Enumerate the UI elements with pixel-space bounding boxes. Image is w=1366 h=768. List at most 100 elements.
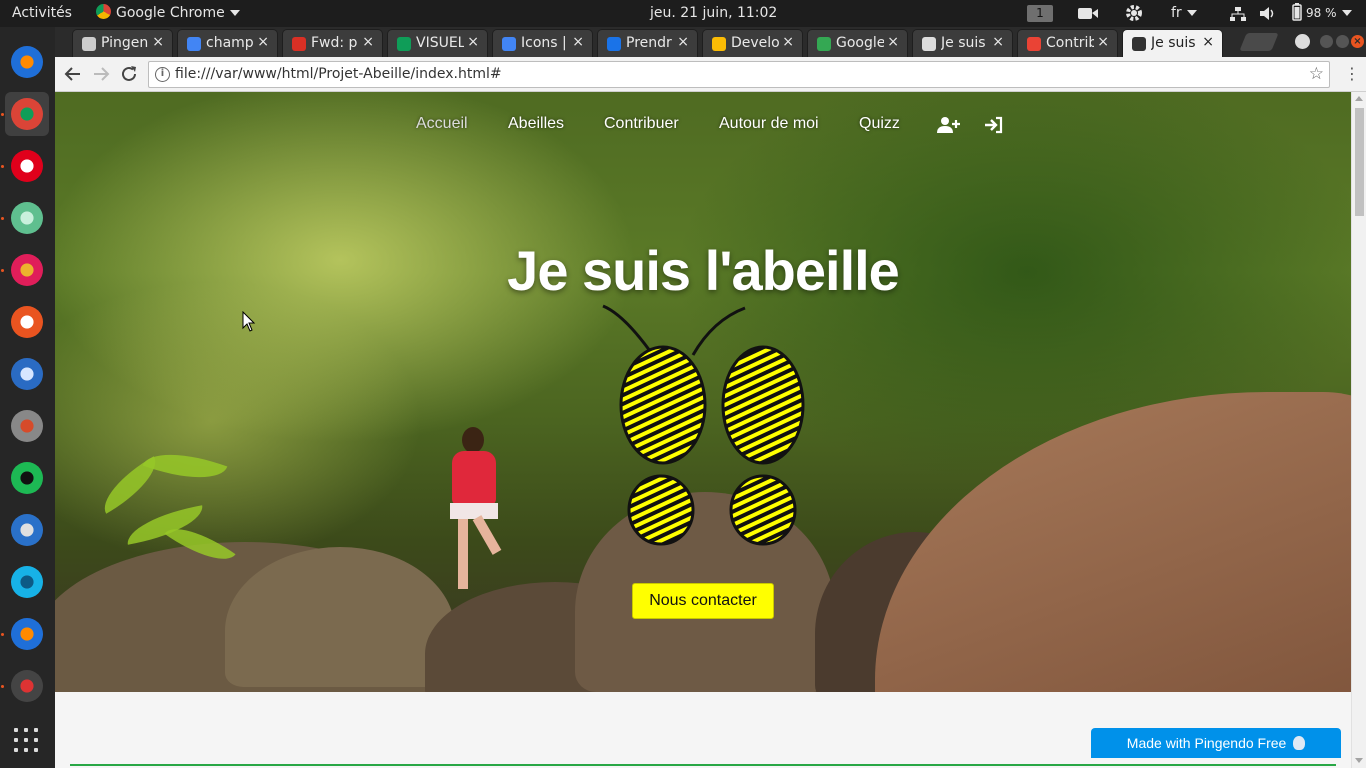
dock-app-chrome[interactable] <box>5 92 49 136</box>
running-indicator <box>1 165 4 168</box>
tab-close-icon[interactable]: × <box>152 34 164 50</box>
browser-tab[interactable]: Develo × <box>702 29 803 57</box>
url-text[interactable]: file:///var/www/html/Projet-Abeille/inde… <box>175 66 502 82</box>
forward-button[interactable] <box>89 62 113 86</box>
spotify-icon <box>11 462 43 494</box>
browser-tab[interactable]: Fwd: p × <box>282 29 383 57</box>
browser-tab[interactable]: VISUEL × <box>387 29 488 57</box>
page-scrollbar[interactable] <box>1351 92 1366 768</box>
tab-label: Prendr <box>626 35 672 51</box>
dock-app-slack[interactable] <box>5 248 49 292</box>
volume-icon[interactable] <box>1258 0 1278 27</box>
dock-app-spotify[interactable] <box>5 456 49 500</box>
tab-label: Je suis <box>1151 35 1196 51</box>
dock-app-kodi[interactable] <box>5 560 49 604</box>
browser-tab[interactable]: champ × <box>177 29 278 57</box>
clock[interactable]: jeu. 21 juin, 11:02 <box>650 0 777 27</box>
reload-button[interactable] <box>117 62 141 86</box>
arrow-right-icon <box>94 67 110 81</box>
browser-tab[interactable]: Prendr × <box>597 29 698 57</box>
tab-label: Je suis <box>941 35 986 51</box>
dock-app-software-center[interactable] <box>5 300 49 344</box>
scroll-down-arrow-icon[interactable] <box>1355 758 1363 763</box>
back-button[interactable] <box>61 62 85 86</box>
tab-close-icon[interactable]: × <box>992 34 1004 50</box>
tab-close-icon[interactable]: × <box>572 34 584 50</box>
nav-item-autour-de-moi[interactable]: Autour de moi <box>719 115 819 133</box>
tab-close-icon[interactable]: × <box>467 34 479 50</box>
workspace-indicator[interactable]: 1 <box>1027 0 1053 27</box>
atom-icon <box>11 202 43 234</box>
tab-favicon-icon <box>187 37 201 51</box>
tab-favicon-icon <box>607 37 621 51</box>
tab-label: Icons | <box>521 35 567 51</box>
nav-item-abeilles[interactable]: Abeilles <box>508 115 564 133</box>
scrollbar-thumb[interactable] <box>1355 108 1364 216</box>
hero-title: Je suis l'abeille <box>507 239 900 302</box>
dock-app-blocked-app[interactable] <box>5 664 49 708</box>
page-viewport: Accueil Abeilles Contribuer Autour de mo… <box>55 92 1366 768</box>
maximize-button[interactable] <box>1336 35 1349 48</box>
tab-close-icon[interactable]: × <box>362 34 374 50</box>
pingendo-logo-icon <box>1293 736 1306 750</box>
bookmark-star-icon[interactable]: ☆ <box>1309 64 1324 84</box>
dock-app-opera[interactable] <box>5 144 49 188</box>
browser-tab[interactable]: Je suis × <box>912 29 1013 57</box>
tab-label: Pingendo <box>101 35 149 51</box>
bee-footprints-logo <box>602 304 805 546</box>
show-applications-grid-icon[interactable] <box>14 728 40 754</box>
nav-item-accueil[interactable]: Accueil <box>416 115 468 133</box>
browser-tab[interactable]: Icons | × <box>492 29 593 57</box>
dock-app-settings[interactable] <box>5 404 49 448</box>
browser-tab[interactable]: Je suis × <box>1122 29 1223 58</box>
dock-app-web-browser[interactable] <box>5 508 49 552</box>
tab-favicon-icon <box>502 37 516 51</box>
user-plus-icon[interactable] <box>937 116 961 139</box>
dock-app-firefox-2[interactable] <box>5 612 49 656</box>
minimize-button[interactable] <box>1320 35 1333 48</box>
language-label: fr <box>1171 5 1182 21</box>
browser-tab[interactable]: Contrib × <box>1017 29 1118 57</box>
tab-close-icon[interactable]: × <box>782 34 794 50</box>
tab-favicon-icon <box>922 37 936 51</box>
camera-icon[interactable] <box>1077 0 1099 27</box>
network-icon[interactable] <box>1229 0 1247 27</box>
dock-app-atom[interactable] <box>5 196 49 240</box>
tab-favicon-icon <box>712 37 726 51</box>
browser-tab-strip: Pingendo×champ×Fwd: p×VISUEL×Icons |×Pre… <box>55 27 1366 58</box>
nav-item-contribuer[interactable]: Contribuer <box>604 115 679 133</box>
dock-app-thunderbird[interactable] <box>5 352 49 396</box>
sign-in-icon[interactable] <box>984 116 1004 139</box>
close-window-button[interactable]: × <box>1351 35 1364 48</box>
tab-favicon-icon <box>817 37 831 51</box>
app-menu[interactable]: Google Chrome <box>96 0 240 27</box>
tab-close-icon[interactable]: × <box>1097 34 1109 50</box>
language-selector[interactable]: fr <box>1171 0 1197 27</box>
pingendo-badge[interactable]: Made with Pingendo Free <box>1091 728 1341 758</box>
accessibility-gear-icon[interactable] <box>1123 0 1145 27</box>
thunderbird-icon <box>11 358 43 390</box>
info-icon[interactable]: i <box>155 67 170 82</box>
tab-label: Google <box>836 35 884 51</box>
dock-app-firefox[interactable] <box>5 40 49 84</box>
profile-icon[interactable] <box>1295 34 1310 49</box>
scroll-up-arrow-icon[interactable] <box>1355 96 1363 101</box>
kebab-menu-icon[interactable]: ⋮ <box>1340 62 1364 86</box>
pingendo-badge-label: Made with Pingendo Free <box>1126 735 1287 751</box>
software-center-icon <box>11 306 43 338</box>
tab-close-icon[interactable]: × <box>677 34 689 50</box>
tab-close-icon[interactable]: × <box>1202 34 1214 50</box>
activities-button[interactable]: Activités <box>12 0 72 27</box>
tab-close-icon[interactable]: × <box>887 34 899 50</box>
contact-button[interactable]: Nous contacter <box>632 583 774 619</box>
nav-item-quizz[interactable]: Quizz <box>859 115 900 133</box>
tab-close-icon[interactable]: × <box>257 34 269 50</box>
new-tab-button[interactable] <box>1239 33 1279 51</box>
chrome-icon <box>11 98 43 130</box>
browser-tab[interactable]: Google × <box>807 29 908 57</box>
chrome-icon <box>96 4 111 19</box>
battery-indicator[interactable]: 98 % <box>1290 0 1352 27</box>
browser-tab[interactable]: Pingendo× <box>72 29 173 57</box>
address-bar[interactable]: i file:///var/www/html/Projet-Abeille/in… <box>148 61 1330 88</box>
tab-favicon-icon <box>82 37 96 51</box>
